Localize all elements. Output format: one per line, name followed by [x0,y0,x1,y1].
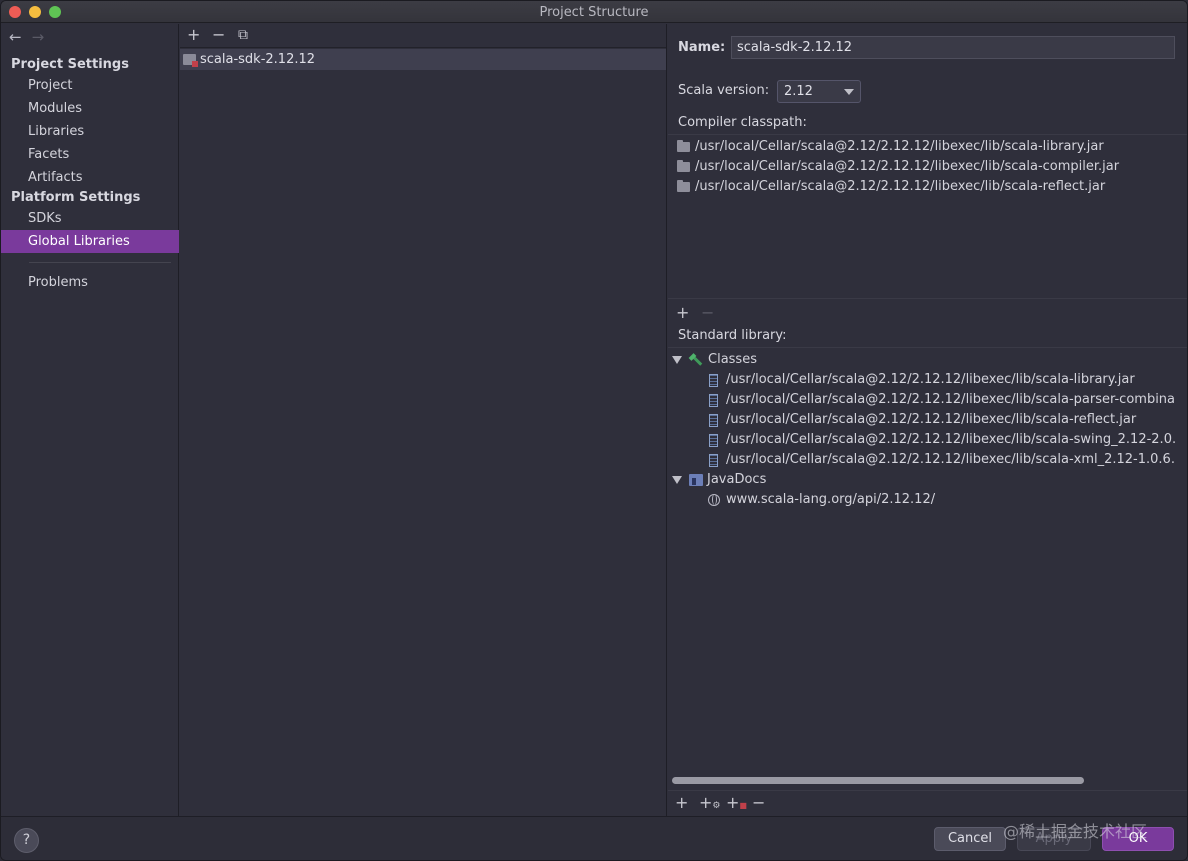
class-path: /usr/local/Cellar/scala@2.12/2.12.12/lib… [726,412,1137,427]
add-icon[interactable]: + [187,26,200,44]
help-button[interactable]: ? [14,828,39,853]
jar-icon [709,414,718,427]
folder-icon [677,160,690,172]
classpath-toolbar: + − [668,301,1187,323]
tree-item[interactable]: /usr/local/Cellar/scala@2.12/2.12.12/lib… [709,370,1135,390]
expand-triangle-icon[interactable] [672,476,682,484]
chevron-down-icon [844,89,854,95]
standard-library-label: Standard library: [678,328,787,343]
standard-library-toolbar: + +⚙ +■ − [668,790,1187,812]
jar-icon [709,454,718,467]
sidebar-divider [29,262,171,263]
scala-version-label: Scala version: [678,83,770,98]
add-special-icon[interactable]: +⚙ [699,793,720,812]
sidebar-item-problems[interactable]: Problems [1,271,179,294]
library-details: Name: scala-sdk-2.12.12 Scala version: 2… [668,24,1187,816]
settings-sidebar: ← → Project Settings Project Modules Libr… [1,24,179,816]
folder-icon [677,180,690,192]
scala-version-value: 2.12 [784,84,813,99]
sidebar-item-libraries[interactable]: Libraries [1,120,179,143]
javadocs-label: JavaDocs [707,472,767,487]
classpath-path: /usr/local/Cellar/scala@2.12/2.12.12/lib… [695,179,1106,194]
dialog-footer: ? Cancel Apply OK @稀土掘金技术社区 [1,816,1187,860]
classpath-path: /usr/local/Cellar/scala@2.12/2.12.12/lib… [695,159,1120,174]
compiler-classpath-label: Compiler classpath: [678,115,807,130]
list-item[interactable]: /usr/local/Cellar/scala@2.12/2.12.12/lib… [677,157,1119,177]
copy-icon[interactable]: ⧉ [238,26,248,44]
class-path: /usr/local/Cellar/scala@2.12/2.12.12/lib… [726,452,1175,467]
name-label: Name: [678,40,726,55]
cancel-button[interactable]: Cancel [934,827,1006,851]
library-list-pane: + − ⧉ scala-sdk-2.12.12 [180,24,667,816]
globe-icon [708,494,720,506]
nav-arrows: ← → [9,28,54,46]
project-structure-window: Project Structure ← → Project Settings Pr… [0,0,1188,861]
sidebar-item-sdks[interactable]: SDKs [1,207,179,230]
hammer-icon [689,354,703,367]
remove-icon[interactable]: − [752,793,765,812]
compiler-classpath-list: /usr/local/Cellar/scala@2.12/2.12.12/lib… [668,134,1187,299]
platform-settings-header: Platform Settings [11,190,141,205]
add-icon[interactable]: + [675,793,688,812]
list-item[interactable]: /usr/local/Cellar/scala@2.12/2.12.12/lib… [677,177,1105,197]
list-item[interactable]: /usr/local/Cellar/scala@2.12/2.12.12/lib… [677,137,1104,157]
javadoc-url: www.scala-lang.org/api/2.12.12/ [726,492,936,507]
class-path: /usr/local/Cellar/scala@2.12/2.12.12/lib… [726,392,1176,407]
classes-label: Classes [708,352,757,367]
tree-item[interactable]: /usr/local/Cellar/scala@2.12/2.12.12/lib… [709,450,1175,470]
name-field[interactable]: scala-sdk-2.12.12 [731,36,1175,59]
standard-library-tree: Classes /usr/local/Cellar/scala@2.12/2.1… [668,347,1187,777]
sidebar-item-project[interactable]: Project [1,74,179,97]
library-icon [183,54,198,67]
sidebar-item-facets[interactable]: Facets [1,143,179,166]
scala-version-select[interactable]: 2.12 [777,80,861,103]
classpath-path: /usr/local/Cellar/scala@2.12/2.12.12/lib… [695,139,1104,154]
jar-icon [709,374,718,387]
forward-arrow-icon[interactable]: → [32,28,45,46]
tree-item[interactable]: /usr/local/Cellar/scala@2.12/2.12.12/lib… [709,430,1176,450]
window-title: Project Structure [539,5,649,20]
add-icon[interactable]: + [676,303,689,322]
tree-item[interactable]: /usr/local/Cellar/scala@2.12/2.12.12/lib… [709,410,1136,430]
library-toolbar: + − ⧉ [180,24,666,48]
project-settings-header: Project Settings [11,57,129,72]
remove-icon: − [701,303,715,322]
sidebar-item-modules[interactable]: Modules [1,97,179,120]
library-item-label: scala-sdk-2.12.12 [200,52,316,67]
title-bar: Project Structure [1,1,1187,23]
tree-item[interactable]: /usr/local/Cellar/scala@2.12/2.12.12/lib… [709,390,1175,410]
add-library-icon[interactable]: +■ [726,793,747,812]
sidebar-item-global-libraries[interactable]: Global Libraries [1,230,179,253]
tree-item[interactable]: www.scala-lang.org/api/2.12.12/ [708,490,935,510]
sidebar-item-artifacts[interactable]: Artifacts [1,166,179,189]
library-item-scala-sdk[interactable]: scala-sdk-2.12.12 [180,49,666,70]
folder-icon [677,140,690,152]
back-arrow-icon[interactable]: ← [9,28,22,46]
tree-node-classes[interactable]: Classes [668,350,868,370]
expand-triangle-icon[interactable] [672,356,682,364]
class-path: /usr/local/Cellar/scala@2.12/2.12.12/lib… [726,432,1177,447]
jar-icon [709,434,718,447]
javadocs-icon [689,474,703,486]
jar-icon [709,394,718,407]
remove-icon[interactable]: − [212,26,225,44]
watermark: @稀土掘金技术社区 [1003,822,1148,841]
horizontal-scrollbar[interactable] [672,777,1084,784]
class-path: /usr/local/Cellar/scala@2.12/2.12.12/lib… [726,372,1135,387]
tree-node-javadocs[interactable]: JavaDocs [668,470,868,490]
